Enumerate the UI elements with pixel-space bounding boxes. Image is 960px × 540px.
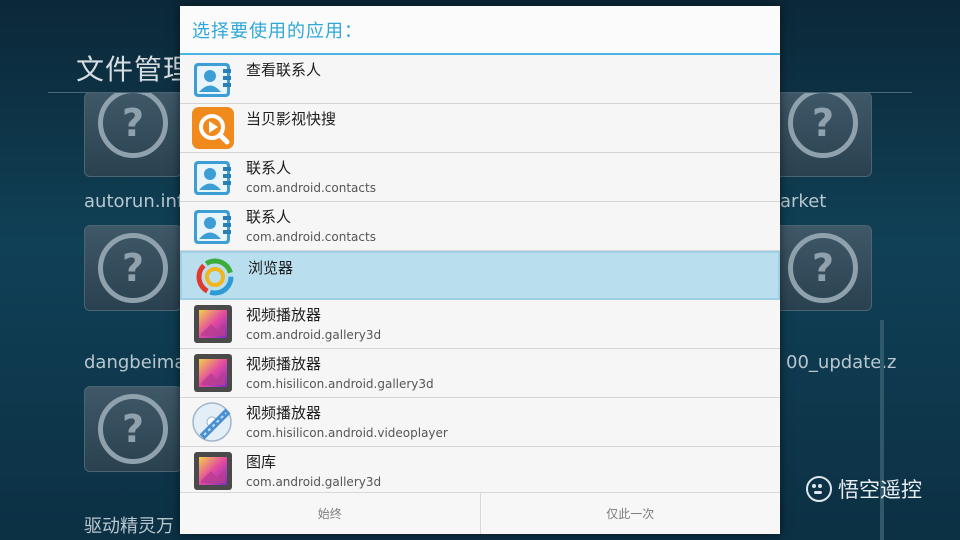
file-label-dangbei: dangbeima xyxy=(84,352,186,373)
app-name: 当贝影视快搜 xyxy=(246,110,337,128)
watermark: 悟空遥控 xyxy=(806,474,922,504)
app-item-browser[interactable]: 浏览器 xyxy=(180,251,780,300)
app-item-video-player[interactable]: 视频播放器 com.hisilicon.android.videoplayer xyxy=(180,398,780,447)
background-scrollbar[interactable] xyxy=(880,320,884,540)
unknown-file-icon: ? xyxy=(98,93,168,158)
app-package: com.hisilicon.android.gallery3d xyxy=(246,377,434,391)
app-item-contacts[interactable]: 联系人 com.android.contacts xyxy=(180,153,780,202)
file-tile-update[interactable]: ? xyxy=(774,225,872,311)
file-label-driver: 驱动精灵万 xyxy=(84,516,174,537)
app-item-video-player[interactable]: 视频播放器 com.hisilicon.android.gallery3d xyxy=(180,349,780,398)
just-once-button[interactable]: 仅此一次 xyxy=(479,493,781,534)
app-item-dangbei-search[interactable]: 当贝影视快搜 xyxy=(180,104,780,153)
app-name: 视频播放器 xyxy=(246,404,322,422)
file-label-market: arket xyxy=(780,191,827,212)
app-chooser-dialog: 选择要使用的应用： 查看联系人 当贝影视快搜 联系人 com.android.c… xyxy=(180,6,780,534)
gallery-icon xyxy=(192,450,234,492)
watermark-text: 悟空遥控 xyxy=(838,478,922,502)
unknown-file-icon: ? xyxy=(788,233,858,303)
app-package: com.hisilicon.android.videoplayer xyxy=(246,426,448,440)
file-label-autorun: autorun.inf xyxy=(84,191,184,212)
dangbei-search-icon xyxy=(192,107,234,149)
app-item-contacts[interactable]: 联系人 com.android.contacts xyxy=(180,202,780,251)
file-tile-market[interactable]: ? xyxy=(774,92,872,177)
app-item-gallery[interactable]: 图库 com.android.gallery3d xyxy=(180,447,780,493)
app-name: 联系人 xyxy=(246,208,292,226)
app-name: 查看联系人 xyxy=(246,61,322,79)
browser-icon xyxy=(194,256,236,298)
app-item-view-contacts[interactable]: 查看联系人 xyxy=(180,55,780,104)
dialog-title: 选择要使用的应用： xyxy=(180,6,780,55)
gallery-icon xyxy=(192,352,234,394)
unknown-file-icon: ? xyxy=(788,93,858,158)
app-item-video-player[interactable]: 视频播放器 com.android.gallery3d xyxy=(180,300,780,349)
app-name: 联系人 xyxy=(246,159,292,177)
file-tile-autorun[interactable]: ? xyxy=(84,92,182,177)
videoplayer-disc-icon xyxy=(192,401,234,443)
file-tile-dangbei[interactable]: ? xyxy=(84,225,182,311)
contacts-icon xyxy=(192,156,234,198)
unknown-file-icon: ? xyxy=(98,233,168,303)
app-name: 视频播放器 xyxy=(246,306,322,324)
app-name: 视频播放器 xyxy=(246,355,322,373)
app-name: 图库 xyxy=(246,453,277,471)
app-package: com.android.contacts xyxy=(246,230,376,244)
dialog-button-bar: 始终 仅此一次 xyxy=(180,492,780,534)
contacts-icon xyxy=(192,58,234,100)
contacts-icon xyxy=(192,205,234,247)
app-name: 浏览器 xyxy=(248,259,294,277)
file-tile-driver[interactable]: ? xyxy=(84,386,182,472)
unknown-file-icon: ? xyxy=(98,394,168,464)
file-manager-title: 文件管理 xyxy=(76,53,193,86)
app-package: com.android.gallery3d xyxy=(246,328,382,342)
app-package: com.android.gallery3d xyxy=(246,475,382,489)
always-button[interactable]: 始终 xyxy=(180,493,480,534)
gallery-icon xyxy=(192,303,234,345)
app-package: com.android.contacts xyxy=(246,181,376,195)
monkey-face-icon xyxy=(806,476,832,502)
app-list[interactable]: 查看联系人 当贝影视快搜 联系人 com.android.contacts 联系… xyxy=(180,55,780,493)
